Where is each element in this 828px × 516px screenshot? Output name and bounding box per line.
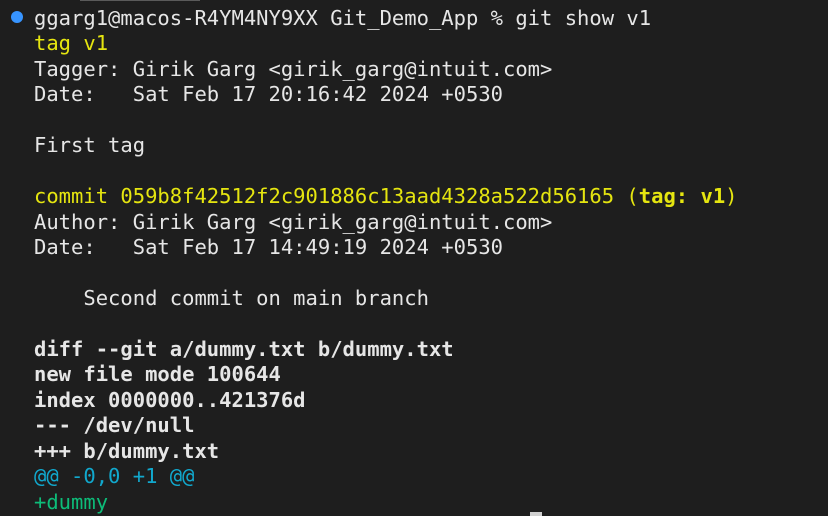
- commit-line: commit 059b8f42512f2c901886c13aad4328a52…: [34, 184, 738, 209]
- tag-name-line: tag v1: [34, 31, 109, 55]
- commit-date-line: Date: Sat Feb 17 14:49:19 2024 +0530: [34, 235, 503, 259]
- commit-line-close: ): [725, 184, 738, 208]
- diff-header-line: diff --git a/dummy.txt b/dummy.txt: [34, 337, 454, 361]
- index-line: index 0000000..421376d: [34, 388, 306, 412]
- text-cursor: [530, 512, 542, 516]
- commit-tag-ref: tag: v1: [638, 184, 726, 208]
- hunk-header-line: @@ -0,0 +1 @@: [34, 464, 195, 488]
- plus-file-line: +++ b/dummy.txt: [34, 439, 220, 463]
- scroll-edge-divider: [80, 0, 200, 1]
- tag-message-line: First tag: [34, 133, 146, 157]
- command-status-dot-icon[interactable]: [11, 11, 23, 23]
- tagger-line: Tagger: Girik Garg <girik_garg@intuit.co…: [34, 57, 553, 81]
- added-content-line: +dummy: [34, 490, 109, 514]
- commit-message-line: Second commit on main branch: [34, 286, 429, 310]
- command-prompt-line: ggarg1@macos-R4YM4NY9XX Git_Demo_App % g…: [34, 6, 652, 30]
- terminal-output[interactable]: ggarg1@macos-R4YM4NY9XX Git_Demo_App % g…: [0, 0, 828, 516]
- minus-file-line: --- /dev/null: [34, 413, 195, 437]
- commit-hash-text: commit 059b8f42512f2c901886c13aad4328a52…: [34, 184, 639, 208]
- tag-date-line: Date: Sat Feb 17 20:16:42 2024 +0530: [34, 82, 503, 106]
- author-line: Author: Girik Garg <girik_garg@intuit.co…: [34, 210, 553, 234]
- file-mode-line: new file mode 100644: [34, 362, 281, 386]
